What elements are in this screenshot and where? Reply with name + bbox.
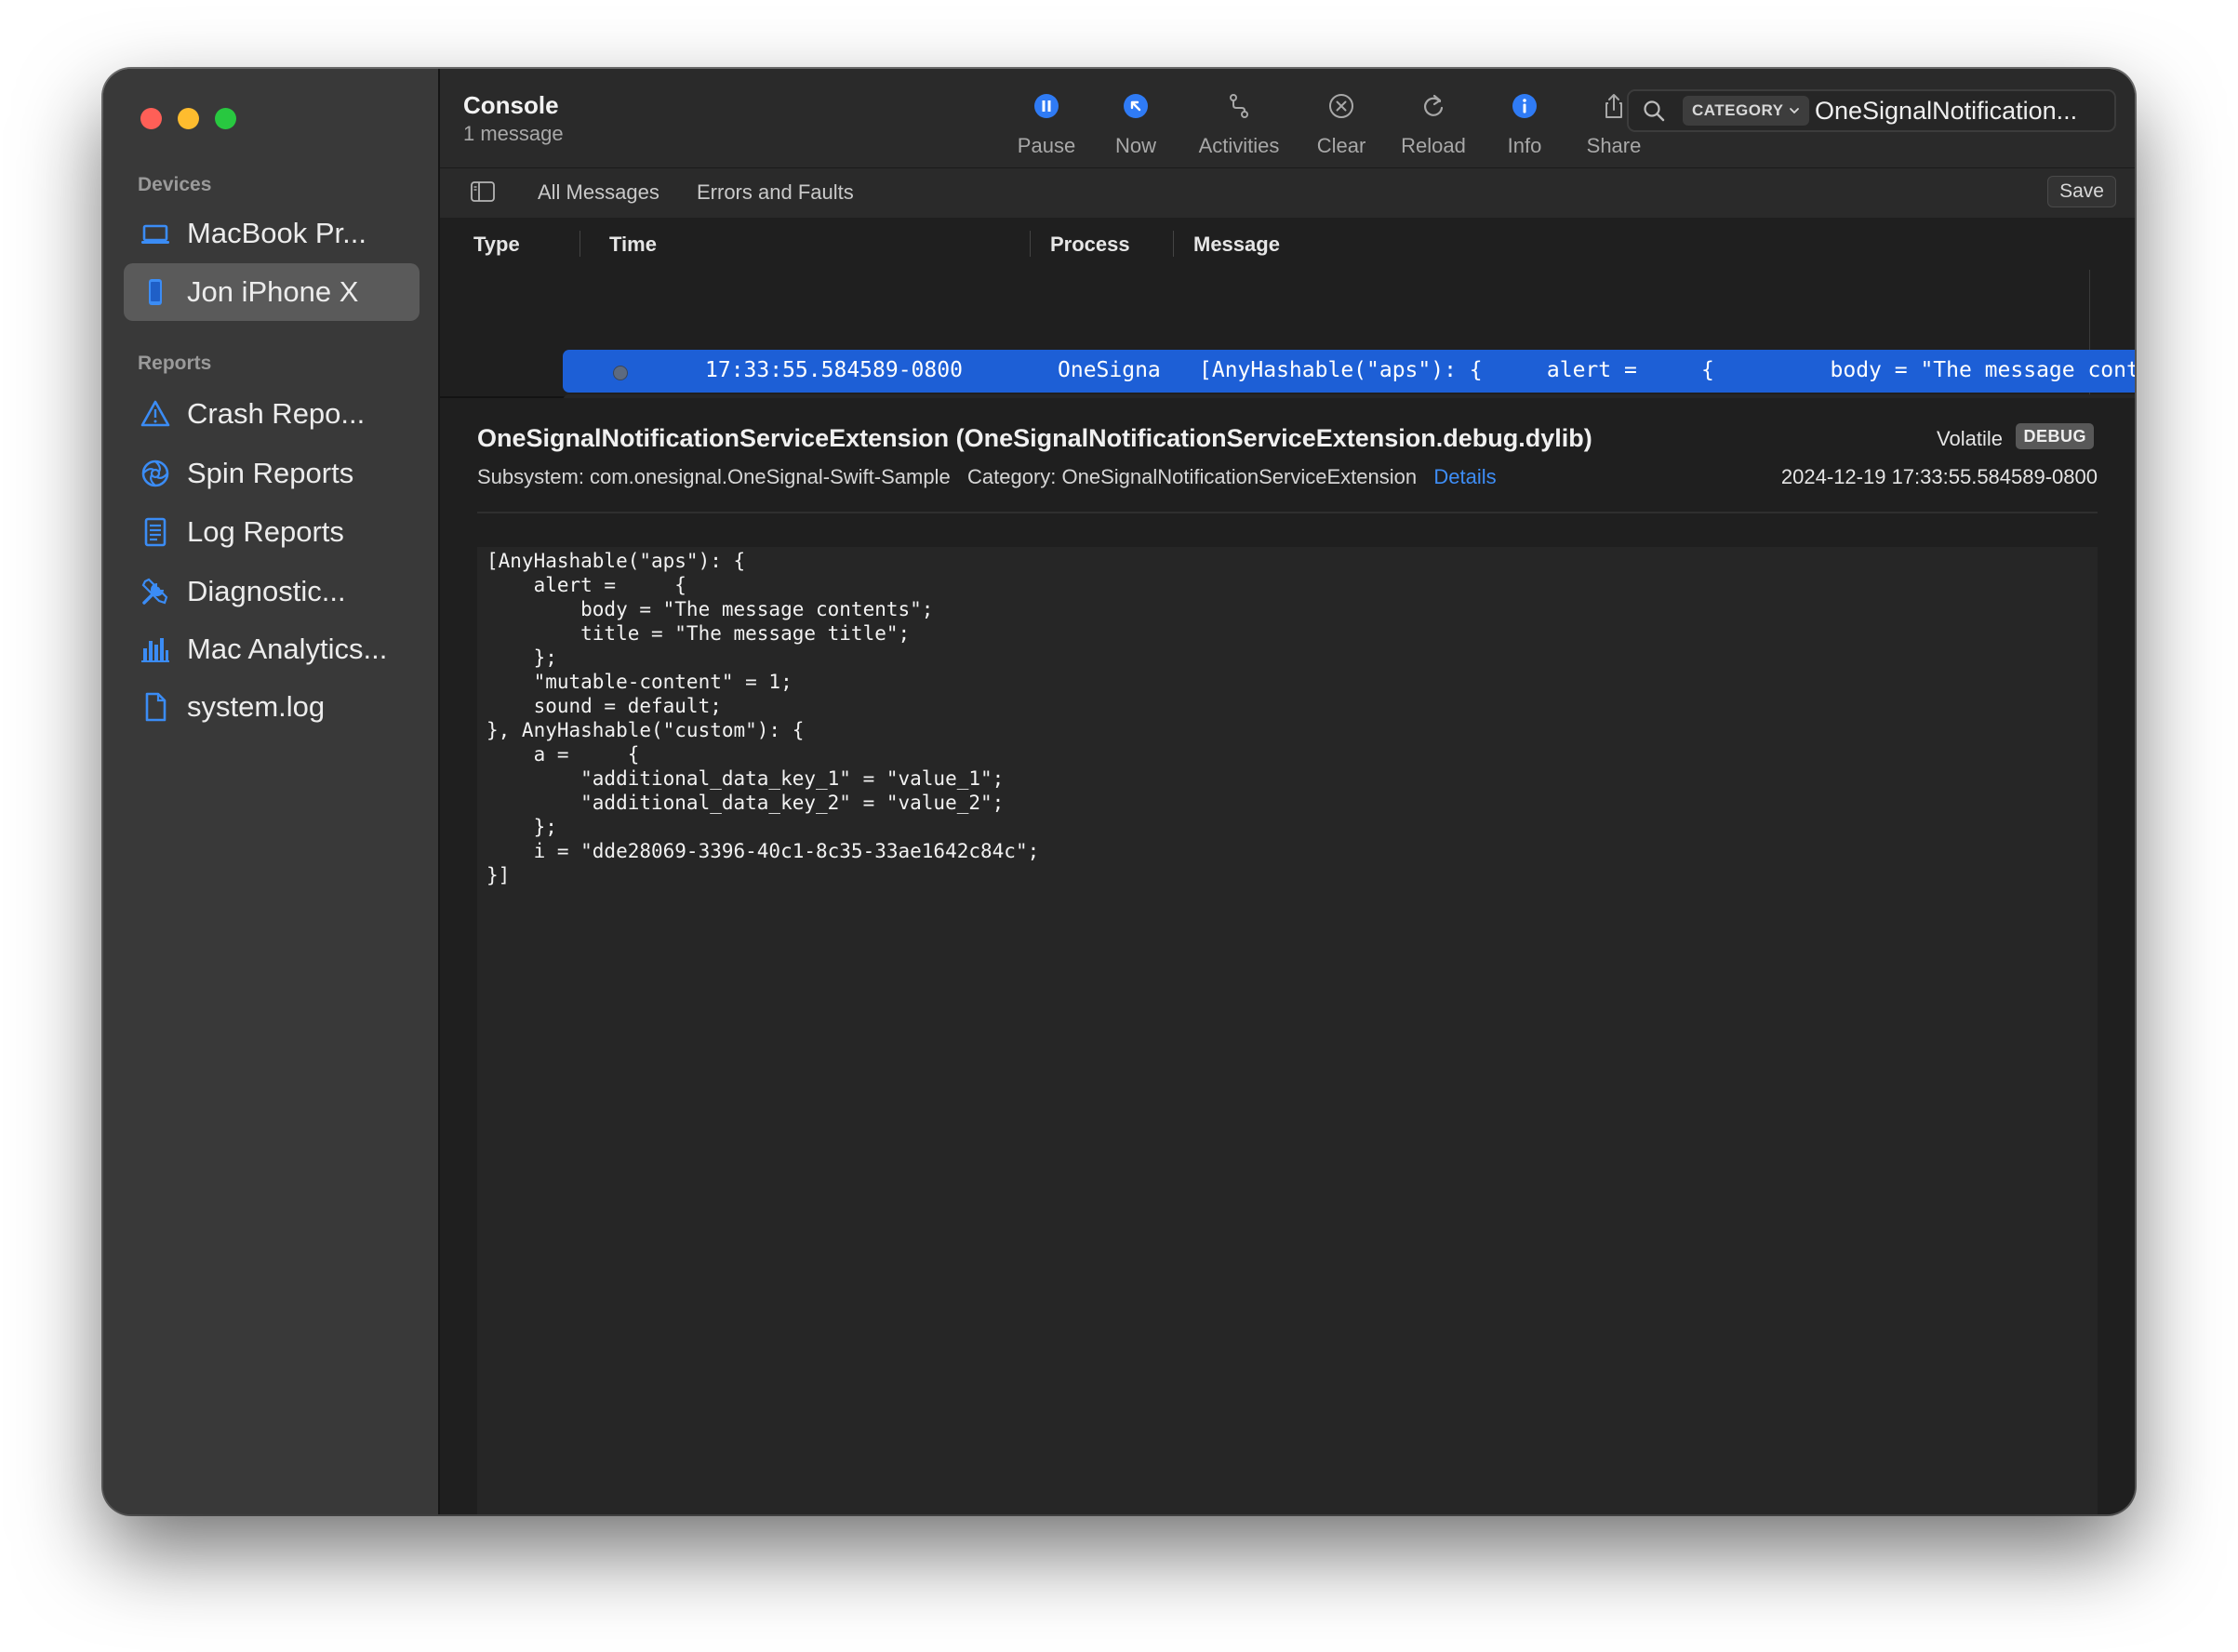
console-window: Devices MacBook Pr... Jon iPhone X Repor… (103, 69, 2135, 1514)
search-icon (1644, 100, 1665, 122)
sidebar-item-system-log[interactable]: system.log (124, 678, 420, 736)
warning-triangle-icon (137, 395, 174, 433)
laptop-icon (137, 215, 174, 252)
sidebar-item-mac-analytics[interactable]: Mac Analytics... (124, 620, 420, 678)
save-button[interactable]: Save (2047, 176, 2116, 207)
sidebar-item-macbook[interactable]: MacBook Pr... (124, 205, 420, 262)
info-label: Info (1507, 134, 1542, 157)
share-label: Share (1586, 134, 1642, 157)
row-message: [AnyHashable("aps"): { alert = { body = … (1199, 358, 2135, 382)
detail-pane: OneSignalNotificationServiceExtension (O… (440, 398, 2135, 1514)
activities-icon (1188, 87, 1290, 125)
message-body-box: [AnyHashable("aps"): { alert = { body = … (477, 547, 2098, 1514)
sidebar-item-label: Diagnostic... (187, 575, 346, 607)
divider (477, 512, 2098, 513)
close-button[interactable] (140, 108, 162, 129)
category-token[interactable]: CATEGORY (1683, 96, 1810, 126)
info-icon (1473, 87, 1576, 125)
activities-label: Activities (1198, 134, 1280, 157)
chevron-down-icon (1790, 108, 1800, 114)
pause-icon (995, 87, 1098, 125)
bar-chart-icon (137, 631, 174, 668)
iphone-icon (137, 273, 174, 311)
window-title: Console (463, 91, 559, 119)
sidebar-item-diagnostic-reports[interactable]: Diagnostic... (124, 563, 420, 620)
column-time[interactable]: Time (609, 233, 657, 257)
column-message[interactable]: Message (1193, 233, 1280, 257)
sidebar-item-log-reports[interactable]: Log Reports (124, 503, 420, 561)
sidebar-item-crash-reports[interactable]: Crash Repo... (124, 385, 420, 443)
filter-bar: All Messages Errors and Faults Save (440, 167, 2135, 220)
sidebar-item-label: Mac Analytics... (187, 633, 388, 665)
sidebar-item-spin-reports[interactable]: Spin Reports (124, 445, 420, 502)
reload-label: Reload (1401, 134, 1466, 157)
reload-icon (1382, 87, 1485, 125)
message-body: [AnyHashable("aps"): { alert = { body = … (486, 550, 1040, 886)
sidebar: Devices MacBook Pr... Jon iPhone X Repor… (103, 69, 440, 1514)
volatile-label: Volatile (1937, 427, 2003, 450)
detail-timestamp: 2024-12-19 17:33:55.584589-0800 (1780, 465, 2098, 488)
main-panel: Console 1 message Pause Now Activities C… (440, 69, 2135, 1514)
message-count: 1 message (463, 122, 564, 145)
tab-all-messages[interactable]: All Messages (538, 180, 659, 205)
sidebar-item-label: Crash Repo... (187, 397, 366, 430)
sidebar-toggle-icon[interactable] (471, 181, 495, 202)
search-field[interactable]: CATEGORY OneSignalNotification... (1627, 89, 2116, 132)
tools-icon (137, 573, 174, 610)
clear-icon (1290, 87, 1392, 125)
activities-button[interactable]: Activities (1188, 87, 1290, 158)
column-divider[interactable] (1030, 231, 1031, 257)
reload-button[interactable]: Reload (1382, 87, 1485, 158)
spin-icon (137, 455, 174, 492)
pause-button[interactable]: Pause (995, 87, 1098, 158)
traffic-lights (140, 108, 236, 129)
zoom-button[interactable] (215, 108, 236, 129)
column-process[interactable]: Process (1050, 233, 1130, 257)
debug-badge: DEBUG (2016, 423, 2094, 449)
log-type-indicator (613, 366, 628, 380)
sidebar-item-label: Spin Reports (187, 457, 354, 489)
detail-category: Category: OneSignalNotificationServiceEx… (967, 465, 1418, 488)
sidebar-item-label: Jon iPhone X (187, 275, 359, 308)
devices-header: Devices (138, 174, 212, 195)
now-label: Now (1114, 134, 1156, 157)
row-process: OneSignal (1058, 358, 1162, 382)
info-button[interactable]: Info (1473, 87, 1576, 158)
toolbar: Console 1 message Pause Now Activities C… (440, 69, 2135, 167)
log-document-icon (137, 513, 174, 551)
sidebar-item-label: MacBook Pr... (187, 217, 366, 249)
file-icon (137, 688, 174, 726)
search-input-value[interactable]: OneSignalNotification... (1815, 97, 2077, 126)
now-button[interactable]: Now (1085, 87, 1187, 158)
category-token-label: CATEGORY (1692, 101, 1784, 119)
clear-button[interactable]: Clear (1290, 87, 1392, 158)
minimize-button[interactable] (178, 108, 199, 129)
now-icon (1085, 87, 1187, 125)
pause-label: Pause (1017, 134, 1076, 157)
column-type[interactable]: Type (473, 233, 520, 257)
column-divider[interactable] (579, 231, 580, 257)
sidebar-item-label: system.log (187, 690, 326, 723)
sidebar-item-jon-iphone-x[interactable]: Jon iPhone X (124, 263, 420, 321)
row-time: 17:33:55.584589-0800 (705, 358, 963, 382)
tab-errors-and-faults[interactable]: Errors and Faults (697, 180, 854, 205)
detail-title: OneSignalNotificationServiceExtension (O… (477, 424, 1592, 452)
sidebar-item-label: Log Reports (187, 515, 344, 548)
detail-meta: Subsystem: com.onesignal.OneSignal-Swift… (477, 465, 1497, 489)
reports-header: Reports (138, 353, 212, 374)
column-header: Type Time Process Message (440, 218, 2135, 271)
clear-label: Clear (1316, 134, 1366, 157)
detail-subsystem: Subsystem: com.onesignal.OneSignal-Swift… (477, 465, 951, 488)
table-row[interactable]: 17:33:55.584589-0800 OneSignal [AnyHasha… (563, 350, 2135, 393)
details-link[interactable]: Details (1433, 465, 1496, 488)
column-divider[interactable] (1173, 231, 1174, 257)
